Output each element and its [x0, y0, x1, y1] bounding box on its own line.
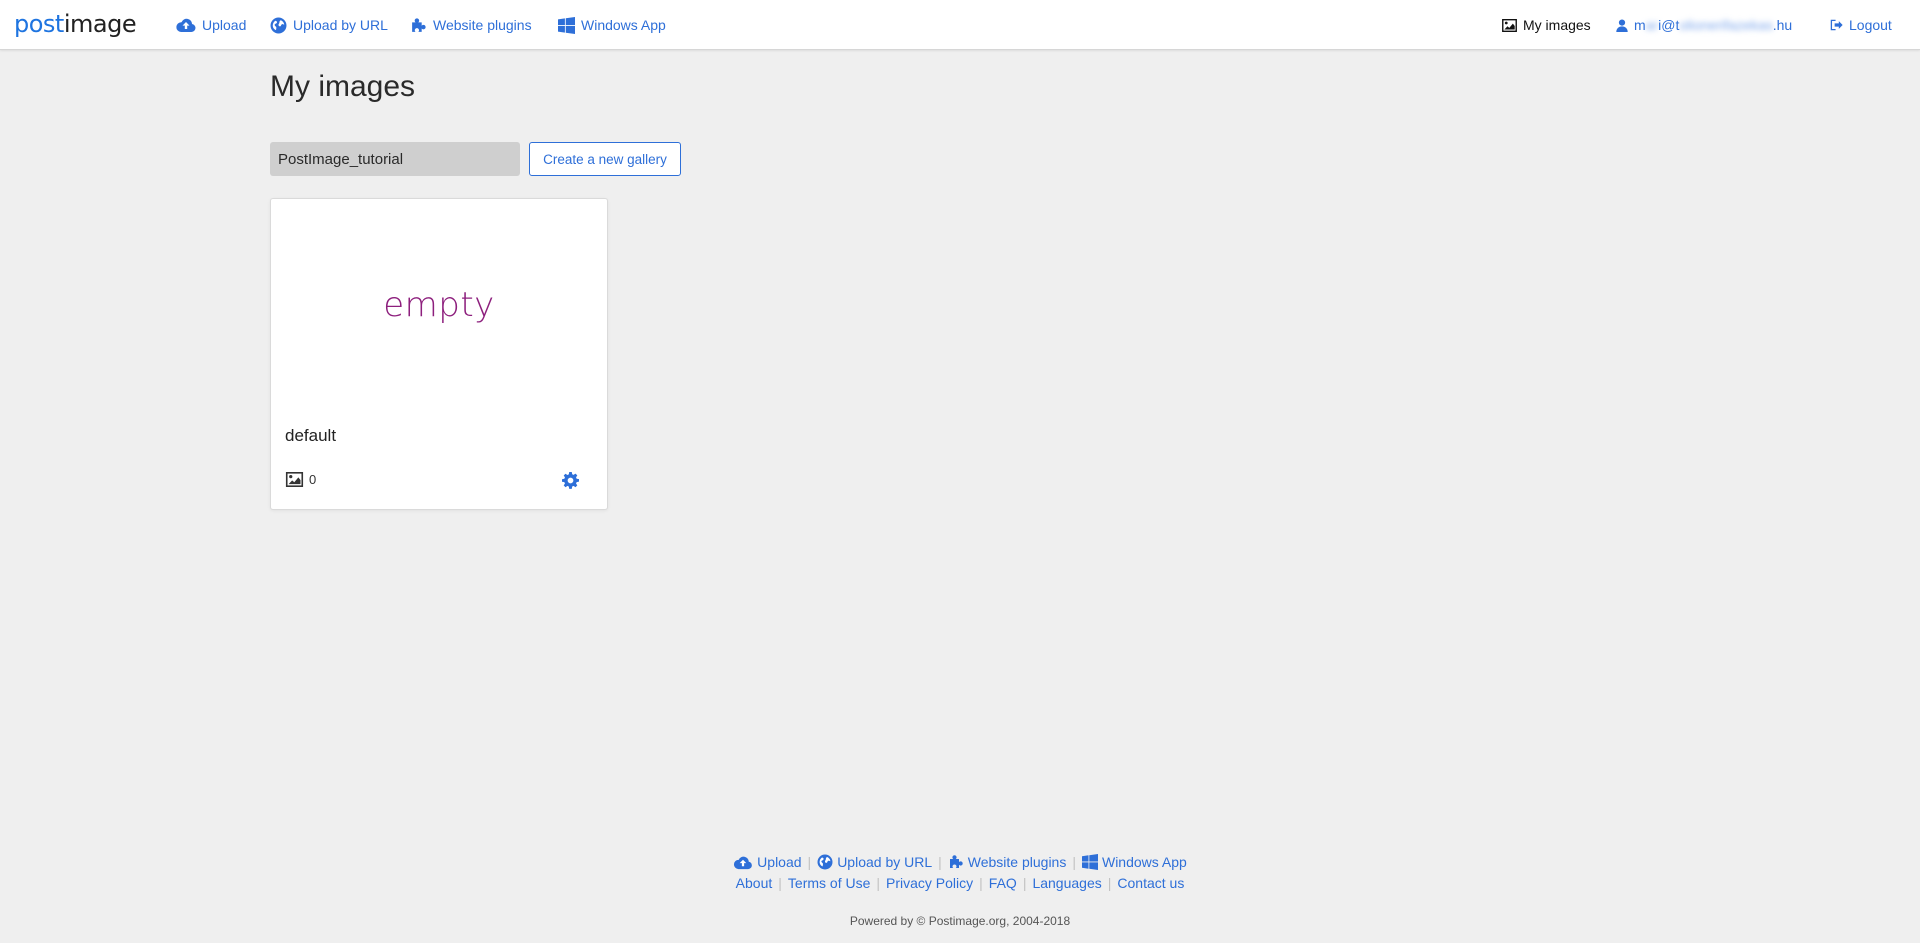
footer-separator: |	[938, 854, 942, 871]
globe-icon	[817, 854, 833, 870]
footer-separator: |	[1022, 875, 1027, 892]
footer-faq-link[interactable]: FAQ	[989, 875, 1017, 891]
nav-website-plugins-label: Website plugins	[433, 17, 532, 33]
nav-upload-by-url-label: Upload by URL	[293, 17, 388, 33]
user-icon	[1616, 19, 1628, 32]
footer-languages-link[interactable]: Languages	[1032, 875, 1101, 891]
nav-website-plugins-link[interactable]: Website plugins	[410, 14, 532, 36]
footer-website-plugins-link[interactable]: Website plugins	[948, 854, 1066, 870]
footer-separator: |	[807, 854, 812, 871]
create-gallery-button[interactable]: Create a new gallery	[529, 142, 681, 176]
footer-contact-link[interactable]: Contact us	[1117, 875, 1184, 891]
cloud-upload-icon	[176, 18, 196, 32]
footer-separator: |	[778, 875, 782, 892]
footer-upload-by-url-link[interactable]: Upload by URL	[817, 854, 932, 870]
footer-privacy-link[interactable]: Privacy Policy	[886, 875, 973, 891]
gallery-select[interactable]: PostImage_tutorial	[270, 142, 520, 176]
gallery-card[interactable]: empty default 0	[270, 198, 608, 510]
postimage-logo[interactable]: postimage	[14, 9, 137, 39]
user-email: mari@tolionerifazekas.hu	[1634, 17, 1793, 33]
nav-my-images-link[interactable]: My images	[1502, 14, 1591, 36]
gear-icon	[562, 472, 579, 489]
puzzle-icon	[949, 855, 963, 869]
gallery-name[interactable]: default	[285, 426, 336, 446]
footer-links-primary: Upload | Upload by URL | Website plugins…	[0, 853, 1920, 871]
nav-logout-link[interactable]: Logout	[1830, 14, 1892, 36]
page-title: My images	[270, 70, 416, 103]
nav-upload-label: Upload	[202, 17, 247, 33]
image-icon	[1502, 18, 1517, 32]
nav-logout-label: Logout	[1849, 17, 1892, 33]
cloud-upload-icon	[734, 856, 753, 869]
footer-windows-app-link[interactable]: Windows App	[1081, 854, 1187, 871]
footer-terms-link[interactable]: Terms of Use	[788, 875, 870, 891]
nav-windows-app-label: Windows App	[581, 17, 666, 33]
sign-out-icon	[1830, 19, 1843, 31]
nav-windows-app-link[interactable]: Windows App	[558, 14, 666, 36]
footer-separator: |	[1107, 875, 1112, 892]
globe-icon	[270, 17, 287, 33]
footer-separator: |	[1072, 854, 1076, 871]
footer-upload-link[interactable]: Upload	[733, 854, 802, 870]
gallery-select-value: PostImage_tutorial	[278, 150, 404, 168]
footer-separator: |	[876, 875, 881, 892]
footer-separator: |	[979, 875, 983, 892]
nav-upload-link[interactable]: Upload	[176, 14, 246, 36]
nav-user-account-link[interactable]: mari@tolionerifazekas.hu	[1616, 14, 1792, 36]
image-icon	[285, 472, 304, 487]
footer-about-link[interactable]: About	[736, 875, 773, 891]
empty-gallery-placeholder: empty	[383, 285, 495, 325]
nav-my-images-label: My images	[1523, 17, 1591, 33]
nav-upload-by-url-link[interactable]: Upload by URL	[270, 14, 388, 36]
footer-links-secondary: About | Terms of Use | Privacy Policy | FAQ | La…	[0, 874, 1920, 891]
top-navbar: postimage Upload Upload by URL Website p…	[0, 0, 1920, 50]
gallery-settings-button[interactable]	[562, 472, 579, 494]
windows-icon	[558, 16, 575, 34]
gallery-image-count-value: 0	[309, 472, 317, 487]
windows-icon	[1081, 854, 1098, 871]
powered-by-text: Powered by © Postimage.org, 2004-2018	[849, 914, 1071, 928]
puzzle-icon	[412, 17, 426, 32]
gallery-image-count: 0	[285, 472, 316, 487]
